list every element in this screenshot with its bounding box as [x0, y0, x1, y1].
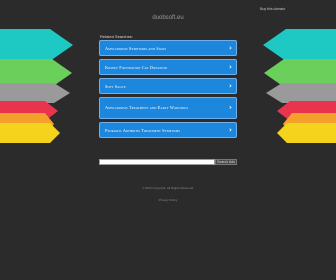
related-searches-label: Related Searches: — [100, 34, 133, 39]
arrow-left-green — [0, 59, 72, 87]
related-link[interactable]: Amyloidosis Treatment and Early Warnings… — [99, 97, 237, 119]
related-links-list: Amyloidosis Symptoms and Signs › Kidney … — [99, 40, 237, 141]
arrow-right-teal — [263, 29, 336, 61]
chevron-right-icon: › — [229, 126, 232, 134]
arrow-left-yellow — [0, 123, 60, 143]
arrow-left-gray — [0, 83, 70, 103]
arrow-right-yellow — [277, 123, 336, 143]
arrow-right-gray — [266, 83, 336, 103]
related-link-label: Amyloidosis Treatment and Early Warnings — [105, 105, 189, 111]
related-link[interactable]: Amyloidosis Symptoms and Signs › — [99, 40, 237, 56]
chevron-right-icon: › — [229, 82, 232, 90]
privacy-policy-link[interactable]: Privacy Policy — [0, 198, 336, 202]
related-link-label: Kidney Foundation Cat Donation — [105, 64, 167, 70]
chevron-right-icon: › — [229, 63, 232, 71]
arrow-left-teal — [0, 29, 73, 61]
related-link-label: Psoriatic Arthritis Treatment Symptoms — [105, 127, 181, 133]
chevron-right-icon: › — [229, 44, 232, 52]
search-button[interactable]: Search Ads — [215, 159, 237, 165]
search-form: Search Ads — [99, 159, 237, 165]
arrow-right-green — [264, 59, 336, 87]
related-link[interactable]: Soft Sauce › — [99, 78, 237, 94]
related-link-label: Amyloidosis Symptoms and Signs — [105, 45, 167, 51]
search-input[interactable] — [99, 159, 215, 165]
related-link-label: Soft Sauce — [105, 83, 126, 89]
related-link[interactable]: Psoriatic Arthritis Treatment Symptoms › — [99, 122, 237, 138]
chevron-right-icon: › — [229, 103, 232, 112]
related-link[interactable]: Kidney Foundation Cat Donation › — [99, 59, 237, 75]
copyright-text: © 2024 Copyright. All Rights Reserved. — [141, 186, 195, 190]
